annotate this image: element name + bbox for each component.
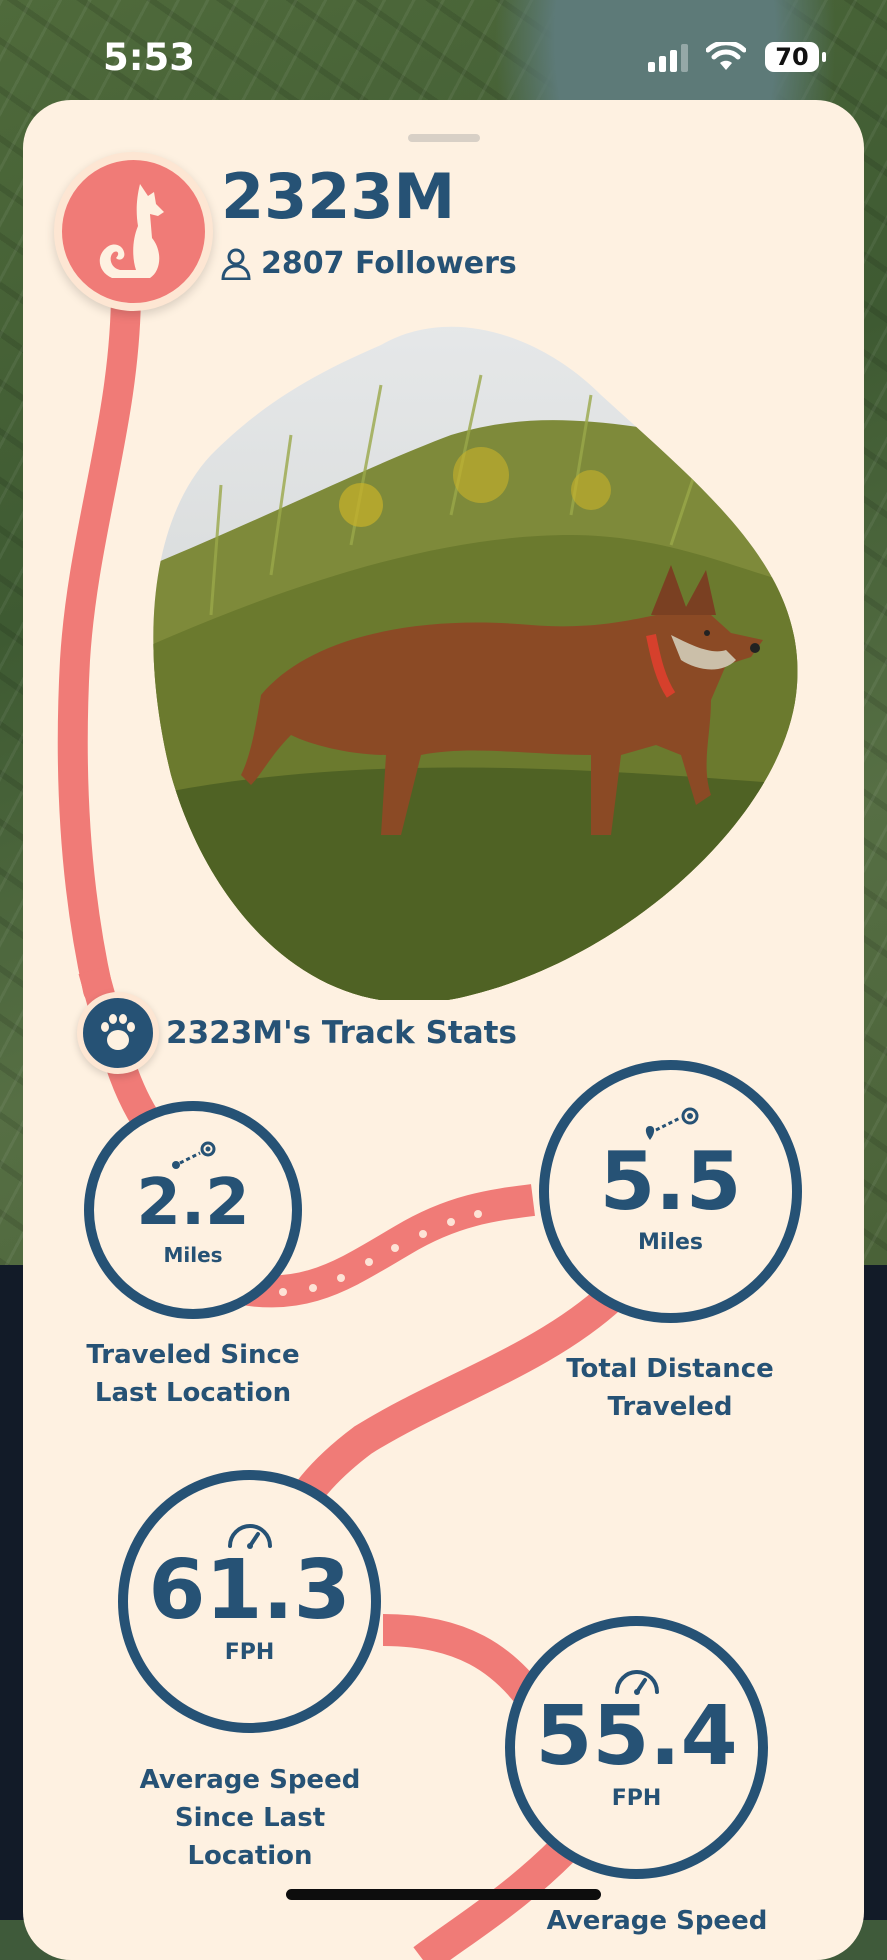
status-time: 5:53 [103,36,196,79]
home-indicator[interactable] [286,1889,601,1900]
wolf-avatar[interactable] [54,152,213,311]
caption-line: Average Speed [546,1906,768,1936]
stat-average-speed-since-last[interactable]: 61.3 FPH [118,1470,381,1733]
battery-icon: 70 [765,42,826,72]
followers-count[interactable]: 2807 Followers [221,246,517,281]
followers-label: 2807 Followers [261,246,517,281]
stat-unit: FPH [224,1640,275,1665]
wolf-profile-sheet[interactable]: 2323M 2807 Followers 2323M's Track Stats… [23,100,864,1960]
caption-line: Traveled [607,1392,733,1422]
stat-caption: Average Speed [527,1902,787,1940]
status-bar: 5:53 70 [0,0,887,100]
stat-caption: Average Speed Since Last Location [109,1761,391,1875]
cellular-signal-icon [648,44,688,72]
stat-average-speed[interactable]: 55.4 FPH [505,1616,768,1879]
howling-wolf-icon [99,184,164,278]
stat-traveled-since-last[interactable]: 2.2 Miles [84,1101,302,1319]
stat-caption: Total Distance Traveled [540,1350,800,1426]
caption-line: Average Speed [139,1765,361,1795]
caption-line: Since Last Location [174,1803,326,1871]
caption-line: Traveled Since [86,1340,300,1370]
wifi-icon [706,42,746,70]
wolf-photo[interactable] [151,315,801,1000]
person-icon [221,248,251,280]
caption-line: Total Distance [566,1354,774,1384]
stat-unit: FPH [611,1786,662,1811]
paw-print-icon [101,1014,135,1050]
stat-caption: Traveled Since Last Location [63,1336,323,1412]
caption-line: Last Location [94,1378,292,1408]
wolf-name: 2323M [221,160,456,233]
stat-value: 55.4 [535,1689,738,1784]
stat-value: 2.2 [136,1166,250,1240]
track-stats-badge [77,992,159,1074]
stat-value: 5.5 [599,1135,742,1228]
stat-total-distance[interactable]: 5.5 Miles [539,1060,802,1323]
track-stats-title: 2323M's Track Stats [166,1015,517,1051]
stat-value: 61.3 [148,1543,351,1638]
stat-unit: Miles [163,1243,223,1267]
stat-unit: Miles [638,1230,703,1255]
